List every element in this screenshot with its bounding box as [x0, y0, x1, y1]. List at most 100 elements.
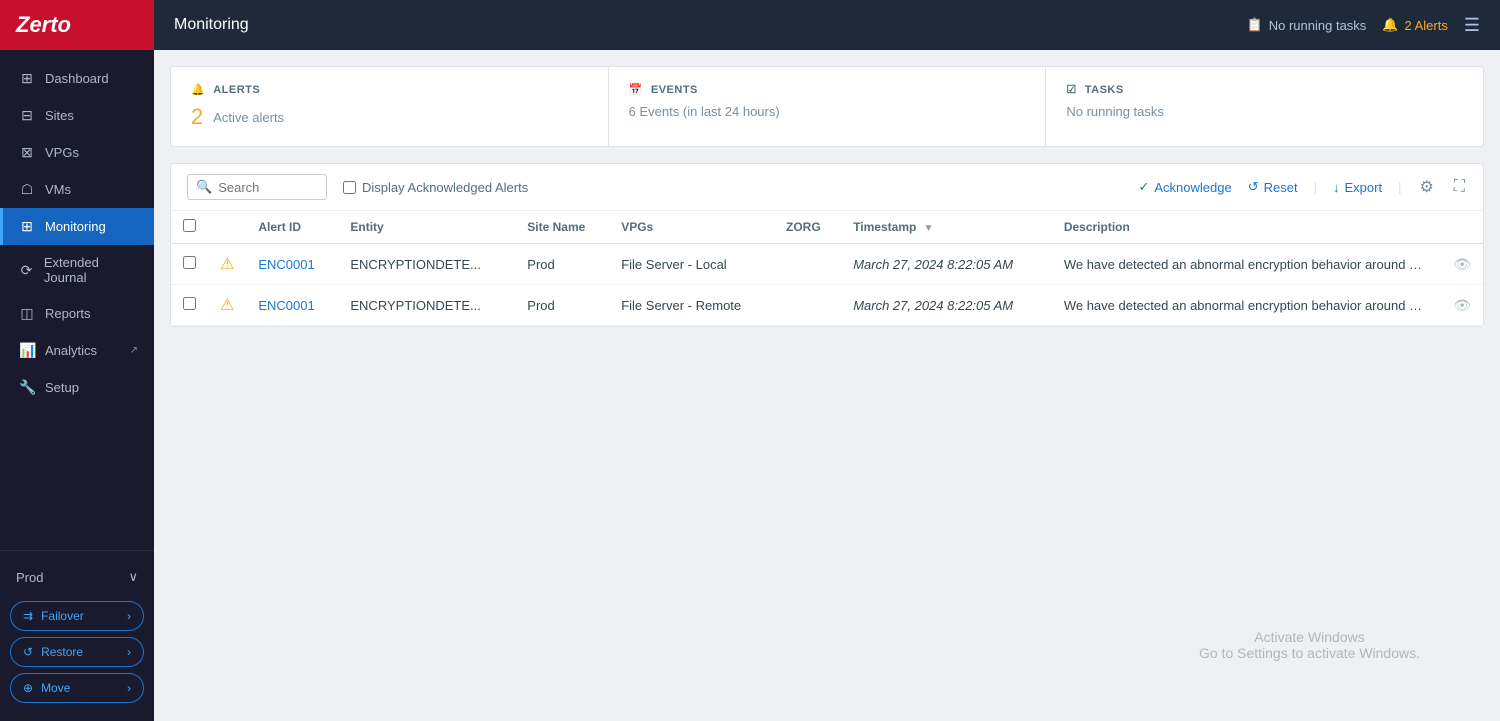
reset-button[interactable]: ↺ Reset — [1248, 179, 1298, 195]
sidebar-item-label: Setup — [45, 380, 79, 395]
failover-button[interactable]: ⇉ Failover › — [10, 601, 144, 631]
sidebar-item-label: Extended Journal — [44, 255, 138, 285]
restore-label: Restore — [41, 645, 83, 659]
failover-label: Failover — [41, 609, 84, 623]
acknowledge-button[interactable]: ✓ Acknowledge — [1138, 179, 1231, 195]
row-checkbox[interactable] — [183, 256, 196, 269]
table-header: Alert ID Entity Site Name VPGs ZORG — [171, 211, 1483, 244]
export-button[interactable]: ↓ Export — [1333, 180, 1382, 195]
sidebar-env[interactable]: Prod ∨ — [0, 561, 154, 593]
alerts-count: 2 — [191, 104, 203, 130]
col-header-timestamp[interactable]: Timestamp ▼ — [841, 211, 1052, 244]
row-timestamp: March 27, 2024 8:22:05 AM — [841, 285, 1052, 326]
row-eye-cell: 👁 — [1441, 285, 1483, 326]
col-header-vpgs: VPGs — [609, 211, 774, 244]
row-entity: ENCRYPTIONDETE... — [338, 244, 515, 285]
display-acknowledged-checkbox[interactable] — [343, 181, 356, 194]
topbar-menu-icon[interactable]: ☰ — [1464, 15, 1480, 36]
sidebar-item-monitoring[interactable]: ⊞ Monitoring — [0, 208, 154, 245]
expand-icon-button[interactable]: ⛶ — [1452, 176, 1467, 198]
extended-journal-icon: ⟳ — [19, 262, 34, 279]
export-label: Export — [1344, 180, 1382, 195]
vms-icon: ☖ — [19, 181, 35, 198]
alerts-table: Alert ID Entity Site Name VPGs ZORG — [171, 211, 1483, 326]
col-header-zorg: ZORG — [774, 211, 841, 244]
chevron-right-icon: › — [127, 609, 131, 623]
sidebar-item-analytics[interactable]: 📊 Analytics ↗ — [0, 332, 154, 369]
alerts-toolbar: 🔍 Display Acknowledged Alerts ✓ Acknowle… — [171, 164, 1483, 211]
content-area: 🔔 ALERTS 2 Active alerts 📅 EVENTS 6 Even… — [154, 50, 1500, 721]
sidebar-item-reports[interactable]: ◫ Reports — [0, 295, 154, 332]
move-label: Move — [41, 681, 70, 695]
eye-icon[interactable]: 👁 — [1453, 297, 1471, 313]
row-site-name: Prod — [515, 244, 609, 285]
sidebar-item-vms[interactable]: ☖ VMs — [0, 171, 154, 208]
sidebar-logo[interactable]: Zerto — [0, 0, 154, 50]
failover-icon: ⇉ — [23, 609, 33, 623]
restore-button[interactable]: ↺ Restore › — [10, 637, 144, 667]
toolbar-right: ✓ Acknowledge ↺ Reset | ↓ Export | ⚙ ⛶ — [1138, 175, 1467, 199]
row-alert-id: ENC0001 — [246, 285, 338, 326]
sidebar-item-dashboard[interactable]: ⊞ Dashboard — [0, 60, 154, 97]
row-alert-id: ENC0001 — [246, 244, 338, 285]
tasks-card-label: TASKS — [1085, 84, 1124, 96]
logo-text: Zerto — [16, 12, 71, 38]
move-icon: ⊕ — [23, 681, 33, 695]
chevron-down-icon: ∨ — [128, 569, 138, 585]
topbar-tasks: 📋 No running tasks — [1247, 17, 1367, 33]
events-card: 📅 EVENTS 6 Events (in last 24 hours) — [609, 67, 1047, 146]
tasks-card-header: ☑ TASKS — [1066, 83, 1463, 96]
bell-icon: 🔔 — [191, 83, 205, 96]
env-label: Prod — [16, 570, 43, 585]
move-button[interactable]: ⊕ Move › — [10, 673, 144, 703]
row-warn-cell: ⚠ — [208, 285, 246, 326]
dashboard-icon: ⊞ — [19, 70, 35, 87]
checkbox-icon: ☑ — [1066, 83, 1076, 96]
sidebar-item-sites[interactable]: ⊟ Sites — [0, 97, 154, 134]
search-box[interactable]: 🔍 — [187, 174, 327, 200]
alerts-count-row: 2 Active alerts — [191, 104, 588, 130]
row-description: We have detected an abnormal encryption … — [1052, 285, 1441, 326]
ack-label-text: Display Acknowledged Alerts — [362, 180, 528, 195]
external-link-icon: ↗ — [130, 345, 138, 356]
sidebar-nav: ⊞ Dashboard ⊟ Sites ⊠ VPGs ☖ VMs ⊞ Monit… — [0, 50, 154, 550]
tasks-text: No running tasks — [1066, 104, 1463, 119]
col-header-entity: Entity — [338, 211, 515, 244]
topbar-alerts[interactable]: 🔔 2 Alerts — [1382, 17, 1448, 33]
sidebar-item-label: VMs — [45, 182, 71, 197]
sidebar-item-extended-journal[interactable]: ⟳ Extended Journal — [0, 245, 154, 295]
sites-icon: ⊟ — [19, 107, 35, 124]
tasks-icon: 📋 — [1247, 17, 1263, 33]
row-warn-cell: ⚠ — [208, 244, 246, 285]
tasks-card: ☑ TASKS No running tasks — [1046, 67, 1483, 146]
topbar-right: 📋 No running tasks 🔔 2 Alerts ☰ — [1247, 15, 1480, 36]
analytics-icon: 📊 — [19, 342, 35, 359]
events-text: 6 Events (in last 24 hours) — [629, 104, 1026, 119]
col-header-warn — [208, 211, 246, 244]
monitoring-icon: ⊞ — [19, 218, 35, 235]
sidebar: Zerto ⊞ Dashboard ⊟ Sites ⊠ VPGs ☖ VMs ⊞… — [0, 0, 154, 721]
topbar: Monitoring 📋 No running tasks 🔔 2 Alerts… — [154, 0, 1500, 50]
sidebar-item-label: VPGs — [45, 145, 79, 160]
search-icon: 🔍 — [196, 179, 212, 195]
eye-icon[interactable]: 👁 — [1453, 256, 1471, 272]
settings-icon-button[interactable]: ⚙ — [1417, 175, 1435, 199]
col-header-site-name: Site Name — [515, 211, 609, 244]
row-checkbox[interactable] — [183, 297, 196, 310]
sidebar-item-vpgs[interactable]: ⊠ VPGs — [0, 134, 154, 171]
row-checkbox-cell — [171, 244, 208, 285]
search-input[interactable] — [218, 180, 318, 195]
alerts-table-body: ⚠ ENC0001 ENCRYPTIONDETE... Prod File Se… — [171, 244, 1483, 326]
table-row: ⚠ ENC0001 ENCRYPTIONDETE... Prod File Se… — [171, 244, 1483, 285]
select-all-checkbox[interactable] — [183, 219, 196, 232]
events-card-label: EVENTS — [651, 84, 698, 96]
col-header-description: Description — [1052, 211, 1441, 244]
acknowledge-icon: ✓ — [1138, 179, 1149, 195]
col-header-eye — [1441, 211, 1483, 244]
display-acknowledged-label[interactable]: Display Acknowledged Alerts — [343, 180, 528, 195]
alerts-bell-icon: 🔔 — [1382, 17, 1398, 33]
toolbar-separator-2: | — [1398, 180, 1401, 195]
chevron-right-icon: › — [127, 645, 131, 659]
row-eye-cell: 👁 — [1441, 244, 1483, 285]
sidebar-item-setup[interactable]: 🔧Setup — [0, 369, 154, 406]
